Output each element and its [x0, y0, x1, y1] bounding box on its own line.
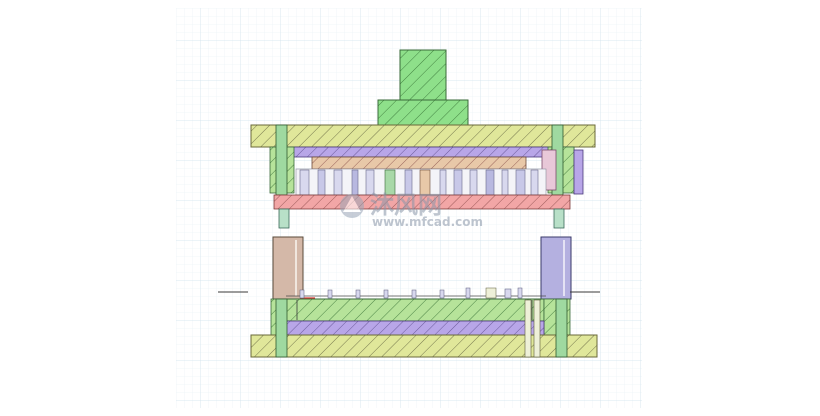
lower-die-shoe [250, 334, 598, 358]
upper-backing-plate [273, 146, 575, 158]
punch-holder [311, 156, 527, 170]
watermark-logo-icon [340, 194, 364, 218]
lower-backing-plate [285, 320, 545, 336]
mold-assembly-drawing: 沐风网 www.mfcad.com [176, 8, 642, 408]
watermark-url: www.mfcad.com [372, 215, 483, 229]
guide-post-right [540, 236, 572, 300]
upper-die-plate [250, 124, 596, 148]
guide-post-left [272, 236, 304, 300]
